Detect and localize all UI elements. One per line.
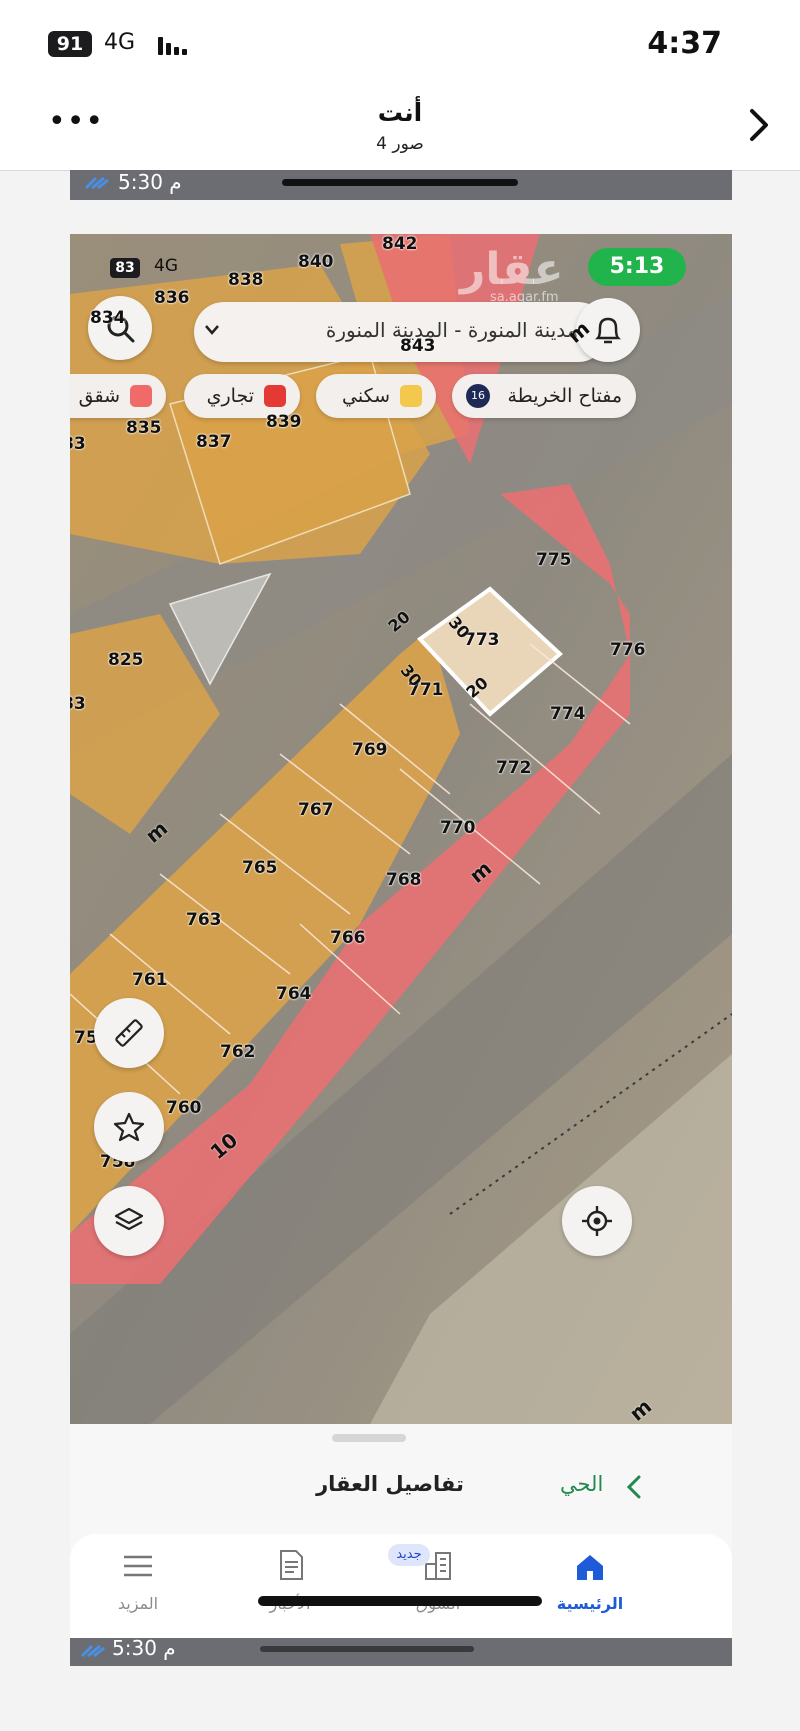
residential-swatch <box>400 385 422 407</box>
residential-label: سكني <box>342 385 390 407</box>
inner-network: 4G <box>154 256 178 276</box>
bell-icon <box>594 317 622 344</box>
map-key-badge: 16 <box>466 384 490 408</box>
lot-label[interactable]: 825 <box>108 650 144 670</box>
network-arrow-icon <box>80 1644 105 1658</box>
sheet-handle[interactable] <box>332 1434 406 1442</box>
battery-indicator: 91 <box>48 31 92 57</box>
screenshot-image[interactable]: 83 4G عقار sa.aqar.fm 5:13 المدينة المنو… <box>70 234 732 1666</box>
home-indicator <box>258 1596 542 1606</box>
lot-label[interactable]: 767 <box>298 800 334 820</box>
lot-label[interactable]: 761 <box>132 970 168 990</box>
favorites-button[interactable] <box>94 1092 164 1162</box>
map-key-chip[interactable]: 16 مفتاح الخريطة <box>452 374 636 418</box>
lot-label[interactable]: 763 <box>186 910 222 930</box>
network-type: 4G <box>104 30 136 55</box>
lot-label[interactable]: 834 <box>90 308 126 328</box>
lot-label[interactable]: 765 <box>242 858 278 878</box>
lot-label[interactable]: 775 <box>536 550 572 570</box>
page-subtitle: 4 صور <box>376 134 424 154</box>
crosshair-icon <box>582 1206 612 1236</box>
lot-label[interactable]: 842 <box>382 234 418 254</box>
lot-label[interactable]: 83 <box>70 434 86 454</box>
lot-label[interactable]: 772 <box>496 758 532 778</box>
inner-home-indicator <box>260 1646 474 1652</box>
lot-label[interactable]: 839 <box>266 412 302 432</box>
commercial-label: تجاري <box>206 385 254 407</box>
aqar-logo-watermark: عقار <box>460 244 564 295</box>
signal-icon <box>158 33 188 55</box>
news-icon[interactable] <box>276 1548 306 1582</box>
lot-label[interactable]: 840 <box>298 252 334 272</box>
locate-me-button[interactable] <box>562 1186 632 1256</box>
lot-label[interactable]: 764 <box>276 984 312 1004</box>
apartments-swatch <box>130 385 152 407</box>
more-dots-icon[interactable]: ••• <box>48 107 104 137</box>
lot-label[interactable]: 83 <box>70 694 86 714</box>
chevron-left-icon[interactable] <box>626 1474 642 1500</box>
lot-label[interactable]: 766 <box>330 928 366 948</box>
inner-bottom-time: 5:30 م <box>112 1636 176 1660</box>
lot-label[interactable]: 768 <box>386 870 422 890</box>
neighborhood-link[interactable]: الحي <box>560 1472 603 1496</box>
lot-label[interactable]: 776 <box>610 640 646 660</box>
new-badge: جديد <box>388 1544 430 1566</box>
lot-label[interactable]: 838 <box>228 270 264 290</box>
lot-label[interactable]: 837 <box>196 432 232 452</box>
status-time: 4:37 <box>647 26 722 61</box>
apartments-label: شقق <box>78 385 120 407</box>
lot-label[interactable]: 760 <box>166 1098 202 1118</box>
star-icon <box>113 1112 145 1142</box>
layers-button[interactable] <box>94 1186 164 1256</box>
lot-label[interactable]: 770 <box>440 818 476 838</box>
chevron-down-icon <box>205 325 219 335</box>
search-button[interactable] <box>88 296 152 360</box>
sheet-title: تفاصيل العقار <box>316 1472 464 1496</box>
lot-label[interactable]: 774 <box>550 704 586 724</box>
home-icon[interactable] <box>574 1552 606 1582</box>
inner-battery: 83 <box>110 258 140 278</box>
commercial-swatch <box>264 385 286 407</box>
lot-label[interactable]: 836 <box>154 288 190 308</box>
measure-button[interactable] <box>94 998 164 1068</box>
lot-label[interactable]: 835 <box>126 418 162 438</box>
legend-residential-chip[interactable]: سكني <box>316 374 436 418</box>
legend-apartments-chip[interactable]: شقق <box>70 374 166 418</box>
home-indicator <box>282 179 518 186</box>
page-title: أنت <box>377 98 423 127</box>
network-arrow-icon <box>84 176 109 190</box>
menu-icon[interactable] <box>122 1554 154 1578</box>
ruler-icon <box>115 1019 143 1047</box>
previous-image-time: 5:30 م <box>118 170 182 194</box>
lot-label[interactable]: 843 <box>400 336 436 356</box>
layers-icon <box>114 1207 144 1231</box>
lot-label[interactable]: 769 <box>352 740 388 760</box>
tab-home[interactable]: الرئيسية <box>530 1594 650 1613</box>
chevron-right-icon[interactable] <box>748 108 770 142</box>
map-key-label: مفتاح الخريطة <box>507 385 623 407</box>
tab-more[interactable]: المزيد <box>78 1594 198 1613</box>
lot-label[interactable]: 762 <box>220 1042 256 1062</box>
inner-time-pill: 5:13 <box>588 248 686 286</box>
